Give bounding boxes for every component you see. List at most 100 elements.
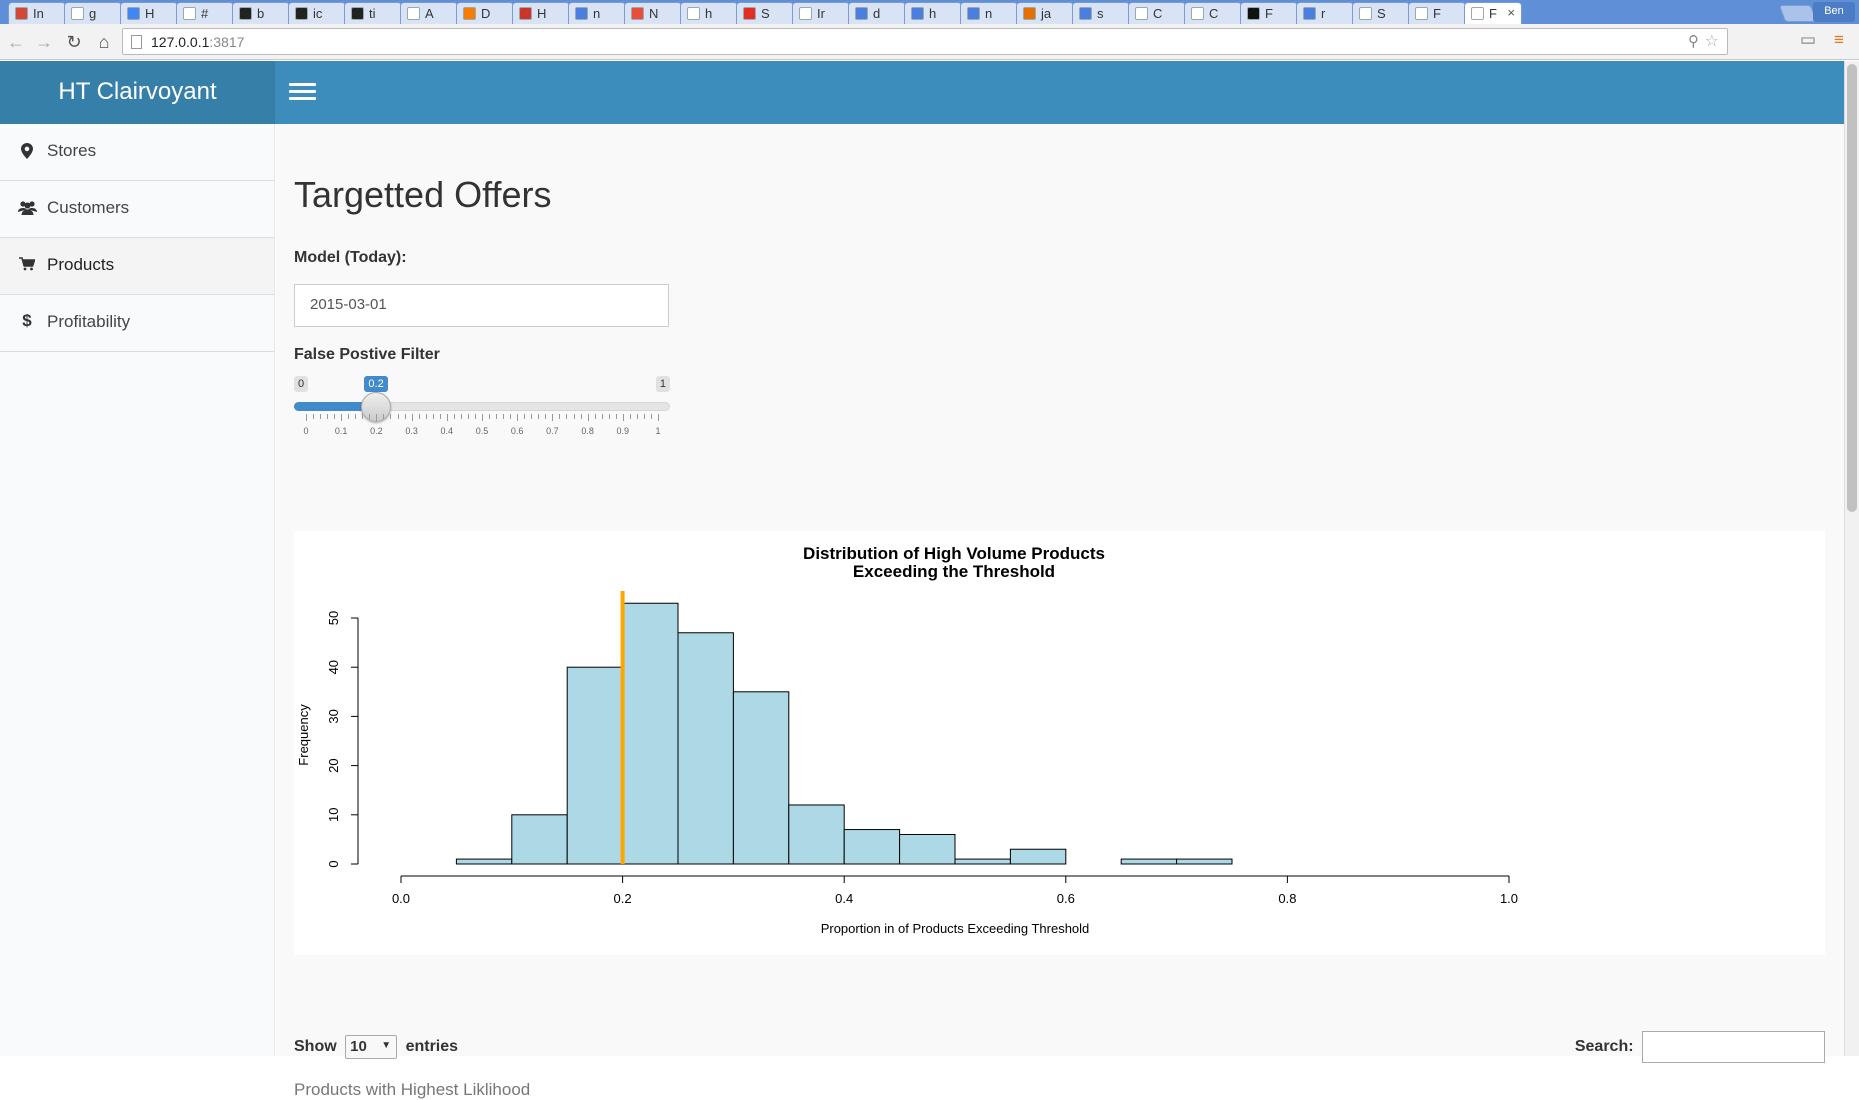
- browser-tab[interactable]: #: [176, 2, 234, 24]
- menu-icon[interactable]: ≡: [1834, 30, 1844, 50]
- browser-tab[interactable]: n: [960, 2, 1018, 24]
- browser-tab[interactable]: D: [456, 2, 514, 24]
- search-input[interactable]: [1642, 1031, 1825, 1063]
- tab-label: h: [705, 6, 713, 21]
- histogram-bar: [622, 602, 679, 865]
- slider-tick: [376, 414, 378, 421]
- histogram-chart: Distribution of High Volume ProductsExce…: [296, 544, 1518, 936]
- docs-icon: [127, 7, 140, 20]
- chart-title: Distribution of High Volume Products: [803, 544, 1105, 563]
- browser-tab[interactable]: h: [680, 2, 738, 24]
- y-axis-label: Frequency: [296, 704, 311, 766]
- table-caption: Products with Highest Liklihood: [294, 1080, 531, 1099]
- browser-tab[interactable]: C: [1128, 2, 1186, 24]
- sidebar-item-stores[interactable]: Stores: [0, 124, 274, 181]
- slider-tick: [601, 414, 603, 419]
- slider-tick: [383, 414, 385, 419]
- tab-label: H: [537, 6, 547, 21]
- close-icon[interactable]: ×: [1507, 5, 1515, 20]
- github-icon: [295, 7, 308, 20]
- histogram-bar: [843, 829, 901, 865]
- browser-tab[interactable]: In: [8, 2, 66, 24]
- new-tab-button[interactable]: [1778, 5, 1818, 22]
- browser-tab[interactable]: h: [904, 2, 962, 24]
- browser-tab[interactable]: g: [64, 2, 122, 24]
- slider-tick-label: 1: [655, 426, 661, 436]
- slider-tick-label: 0.7: [546, 426, 559, 436]
- app-logo[interactable]: HT Clairvoyant: [0, 61, 275, 124]
- browser-tab[interactable]: H: [512, 2, 570, 24]
- browser-tab[interactable]: Ir: [792, 2, 850, 24]
- page-icon: [1135, 7, 1148, 20]
- slider-tick: [545, 414, 547, 419]
- java-icon: [1023, 7, 1036, 20]
- cast-icon[interactable]: ▭: [1800, 30, 1816, 50]
- sidebar-item-profitability[interactable]: $ Profitability: [0, 295, 274, 352]
- tab-label: C: [1209, 6, 1219, 21]
- browser-tab[interactable]: ic: [288, 2, 346, 24]
- browser-tab[interactable]: H: [120, 2, 178, 24]
- histogram-bar: [455, 858, 513, 865]
- sidebar-toggle-icon[interactable]: [289, 81, 317, 103]
- slider-tick: [390, 414, 392, 419]
- google-icon: [575, 7, 588, 20]
- reload-icon[interactable]: ↻: [62, 30, 86, 54]
- browser-tab[interactable]: ti: [344, 2, 402, 24]
- x-tick-label: 1.0: [1500, 891, 1518, 906]
- histogram-bar: [788, 804, 845, 865]
- slider-tick: [460, 414, 462, 419]
- sidebar-item-products[interactable]: Products: [0, 238, 274, 295]
- film-icon: [1247, 7, 1260, 20]
- browser-tab[interactable]: S: [736, 2, 794, 24]
- browser-tab[interactable]: C: [1184, 2, 1242, 24]
- slider-tick: [341, 414, 343, 421]
- browser-tab[interactable]: S: [1352, 2, 1410, 24]
- home-icon[interactable]: ⌂: [92, 30, 116, 54]
- browser-tab[interactable]: s: [1072, 2, 1130, 24]
- slider-tick: [355, 414, 357, 419]
- slider-tick-label: 0.3: [405, 426, 418, 436]
- browser-tab[interactable]: A: [400, 2, 458, 24]
- sidebar-item-customers[interactable]: Customers: [0, 181, 274, 238]
- slider-tick: [503, 414, 505, 419]
- slider-min-label: 0: [294, 376, 309, 392]
- profile-button[interactable]: Ben: [1813, 2, 1855, 22]
- x-tick-label: 0.2: [614, 891, 632, 906]
- back-icon[interactable]: ←: [4, 30, 28, 54]
- false-positive-slider[interactable]: 0 1 0.2 0 0.1 0.2 0.3 0.4 0.5 0.6 0.7 0.8 0.9 1: [294, 374, 670, 444]
- slider-tick: [453, 414, 455, 419]
- slider-tick: [334, 414, 336, 419]
- browser-tab[interactable]: F: [1408, 2, 1466, 24]
- browser-tab[interactable]: F ×: [1464, 2, 1522, 25]
- bookmark-star-icon[interactable]: ☆: [1705, 31, 1719, 51]
- slider-tick: [439, 414, 441, 419]
- x-tick-label: 0.6: [1057, 891, 1075, 906]
- browser-tab[interactable]: F: [1240, 2, 1298, 24]
- browser-tab[interactable]: d: [848, 2, 906, 24]
- app-header: [275, 61, 1844, 124]
- browser-tab[interactable]: n: [568, 2, 626, 24]
- slider-tick: [510, 414, 512, 419]
- zoom-icon[interactable]: ⚲: [1688, 32, 1699, 50]
- slider-tick: [622, 414, 624, 421]
- x-axis-label: Proportion in of Products Exceeding Thre…: [821, 921, 1090, 936]
- slider-tick: [552, 414, 554, 421]
- scrollbar-thumb[interactable]: [1847, 64, 1857, 512]
- slider-tick: [397, 414, 399, 419]
- slider-tick: [425, 414, 427, 419]
- forward-icon[interactable]: →: [32, 30, 56, 54]
- slider-tick: [496, 414, 498, 419]
- slider-max-label: 1: [655, 376, 670, 392]
- browser-tab[interactable]: N: [624, 2, 682, 24]
- page-scrollbar[interactable]: [1844, 61, 1859, 1056]
- browser-tab[interactable]: b: [232, 2, 290, 24]
- model-date-input[interactable]: 2015-03-01: [294, 284, 669, 327]
- browser-tab[interactable]: ja: [1016, 2, 1074, 24]
- browser-tab[interactable]: r: [1296, 2, 1354, 24]
- y-tick-label: 0: [326, 860, 341, 867]
- address-bar[interactable]: 127.0.0.1:3817 ⚲ ☆: [122, 28, 1728, 55]
- entries-select[interactable]: 10 ▼: [345, 1035, 398, 1059]
- filter-label: False Postive Filter: [294, 346, 440, 363]
- slider-tick: [524, 414, 526, 419]
- histogram-bar: [954, 858, 1011, 865]
